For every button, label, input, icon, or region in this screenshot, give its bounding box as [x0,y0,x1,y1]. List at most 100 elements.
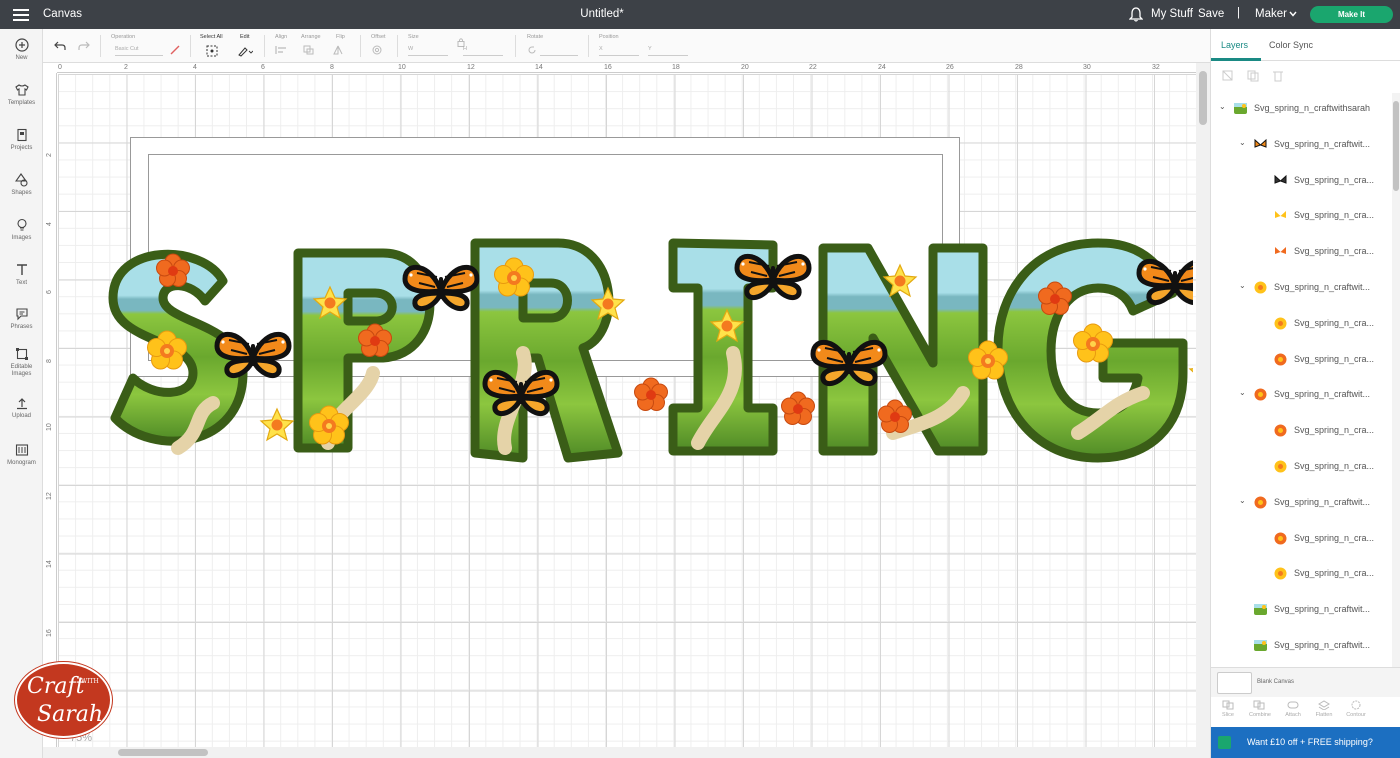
left-sidebar: New Templates Projects Shapes Images Tex… [0,29,43,758]
undo-icon[interactable] [54,41,66,51]
flower-yellow-thumbnail-icon [1274,317,1287,330]
make-it-button[interactable]: Make It [1310,6,1393,23]
contour-button[interactable]: Contour [1342,700,1370,718]
chevron-down-icon[interactable]: ⌄ [1239,496,1246,505]
flower-orange-thumbnail-icon [1254,496,1267,509]
width-input[interactable]: W [408,46,448,56]
attach-button[interactable]: Attach [1279,700,1307,718]
pen-icon[interactable] [169,44,181,56]
upload-icon [16,398,27,410]
edit-icon[interactable] [237,45,253,57]
sidebar-item-upload[interactable]: Upload [0,396,43,420]
layers-scrollbar[interactable] [1392,93,1400,667]
redo-icon[interactable] [78,41,90,51]
document-title[interactable]: Untitled* [0,8,1204,20]
my-stuff-link[interactable]: My Stuff [1151,8,1193,20]
layer-name: Svg_spring_n_craftwithsarah [1254,103,1371,113]
layer-name: Svg_spring_n_craftwit... [1274,640,1371,650]
position-y-input[interactable]: Y [648,46,688,56]
sidebar-item-new[interactable]: New [0,38,43,62]
height-input[interactable]: H [463,46,503,56]
bell-icon[interactable] [1129,7,1143,22]
chevron-down-icon[interactable]: ⌄ [1219,102,1226,111]
arrange-icon[interactable] [303,45,321,55]
layer-row[interactable]: Svg_spring_n_cra... [1211,350,1391,370]
vertical-scrollbar[interactable] [1196,63,1210,747]
sidebar-item-phrases[interactable]: Phrases [0,307,43,331]
sidebar-item-shapes[interactable]: Shapes [0,173,43,197]
layer-row[interactable]: Svg_spring_n_cra... [1211,457,1391,477]
layer-row[interactable]: Svg_spring_n_cra... [1211,171,1391,191]
sidebar-item-text[interactable]: Text [0,263,43,287]
flatten-button[interactable]: Flatten [1310,700,1338,718]
align-label: Align [275,34,288,40]
position-label: Position [599,34,619,40]
chevron-down-icon[interactable] [1289,11,1297,17]
top-bar: Canvas Untitled* My Stuff Save | Maker M… [0,0,1400,29]
sidebar-item-templates[interactable]: Templates [0,83,43,107]
offset-label: Offset [371,34,386,40]
chevron-down-icon[interactable]: ⌄ [1239,388,1246,397]
gift-icon [1218,736,1231,749]
position-x-input[interactable]: X [599,46,639,56]
rotate-input[interactable] [540,46,578,56]
shapes-icon [14,173,28,187]
operation-select[interactable]: Basic Cut [115,46,163,56]
layer-row[interactable]: ⌄ Svg_spring_n_craftwit... [1211,493,1391,513]
layer-row[interactable]: ⌄ Svg_spring_n_craftwithsarah [1211,99,1391,119]
offset-icon[interactable] [371,45,389,55]
sidebar-item-projects[interactable]: Projects [0,128,43,152]
flower-orange-thumbnail-icon [1274,353,1287,366]
machine-select[interactable]: Maker [1255,8,1287,20]
layer-row[interactable]: ⌄ Svg_spring_n_craftwit... [1211,135,1391,155]
landscape-thumbnail-icon [1254,640,1267,651]
chevron-down-icon[interactable]: ⌄ [1239,281,1246,290]
layer-row[interactable]: ⌄ Svg_spring_n_craftwit... [1211,385,1391,405]
layer-row[interactable]: Svg_spring_n_cra... [1211,242,1391,262]
layer-row[interactable]: Svg_spring_n_craftwit... [1211,636,1391,656]
layer-row[interactable]: Svg_spring_n_craftwit... [1211,600,1391,620]
select-all-icon[interactable] [206,45,218,57]
combine-button[interactable]: Combine [1246,700,1274,718]
layer-row[interactable]: Svg_spring_n_cra... [1211,314,1391,334]
canvas-color-swatch[interactable] [1217,672,1252,694]
layer-row[interactable]: Svg_spring_n_cra... [1211,421,1391,441]
layer-list: ⌄ Svg_spring_n_craftwithsarah ⌄ Svg_spring_… [1211,93,1391,667]
blank-canvas-row[interactable]: Blank Canvas [1211,667,1400,697]
layer-name: Svg_spring_n_craftwit... [1274,604,1371,615]
speech-bubble-icon [15,308,28,321]
sidebar-item-monogram[interactable]: Monogram [0,443,43,467]
spring-artwork[interactable] [93,233,1193,473]
tab-color-sync[interactable]: Color Sync [1269,40,1313,50]
slice-button[interactable]: Slice [1214,700,1242,718]
layer-name: Svg_spring_n_cra... [1294,461,1375,471]
separator: | [1237,7,1240,19]
size-label: Size [408,34,419,40]
flower-yellow-thumbnail-icon [1274,460,1287,473]
select-all-label: Select All [200,34,223,40]
align-icon[interactable] [275,45,293,55]
sidebar-item-editable-images[interactable]: Editable Images [0,347,43,378]
layer-row[interactable]: Svg_spring_n_cra... [1211,206,1391,226]
layer-row[interactable]: Svg_spring_n_cra... [1211,564,1391,584]
layer-row[interactable]: Svg_spring_n_cra... [1211,529,1391,549]
design-canvas[interactable]: 0 2 4 6 8 10 12 14 16 18 20 22 24 26 28 … [43,63,1210,758]
sidebar-item-images[interactable]: Images [0,218,43,242]
rotate-icon[interactable] [527,45,537,55]
horizontal-scrollbar[interactable] [43,747,1210,758]
butterfly-decoration [217,334,289,375]
tab-layers[interactable]: Layers [1221,40,1248,50]
save-button[interactable]: Save [1198,8,1224,20]
promo-banner[interactable]: Want £10 off + FREE shipping? [1211,727,1400,758]
shirt-icon [14,84,29,96]
layer-bottom-actions: Slice Combine Attach Flatten Contour [1211,697,1400,727]
projects-icon [16,128,27,142]
craft-with-sarah-logo: Craft WITH Sarah [15,662,112,738]
layer-row[interactable]: ⌄ Svg_spring_n_craftwit... [1211,278,1391,298]
layer-name: Svg_spring_n_cra... [1294,317,1375,328]
sidebar-item-label: Monogram [7,460,36,466]
chevron-down-icon[interactable]: ⌄ [1239,138,1246,147]
layer-name: Svg_spring_n_cra... [1294,353,1375,364]
flip-icon[interactable] [333,45,351,55]
delete-icon [1273,71,1283,82]
